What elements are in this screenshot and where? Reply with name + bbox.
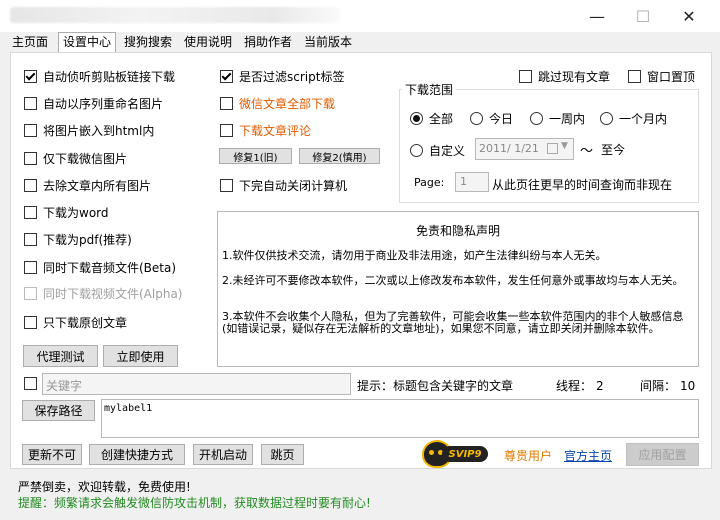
checkbox-box — [24, 152, 37, 165]
keyword-input[interactable]: 关键字 — [42, 373, 351, 395]
interval-readout: 间隔： 10 — [640, 379, 696, 393]
download-video-checkbox: 同时下载视频文件(Alpha) — [24, 285, 182, 302]
proxy-test-button[interactable]: 代理测试 — [23, 345, 98, 367]
checkbox-box — [519, 70, 532, 83]
remove-images-checkbox[interactable]: 去除文章内所有图片 — [24, 177, 151, 194]
keyword-hint: 提示：标题包含关键字的文章 — [357, 379, 514, 393]
radio-dot — [470, 112, 483, 125]
page-hint: 从此页往更早的时间查询而非现在 — [492, 178, 673, 192]
blurred-window-title — [10, 7, 340, 23]
auto-rename-checkbox[interactable]: 自动以序列重命名图片 — [24, 95, 163, 112]
maximize-button[interactable]: ☐ — [620, 0, 666, 32]
close-button[interactable]: ✕ — [666, 0, 712, 32]
auto-shutdown-checkbox[interactable]: 下完自动关闭计算机 — [220, 177, 347, 194]
checkbox-box — [24, 97, 37, 110]
radio-dot — [530, 112, 543, 125]
autostart-button[interactable]: 开机启动 — [193, 444, 253, 465]
range-to-now-label: 至今 — [601, 143, 626, 157]
jump-page-button[interactable]: 跳页 — [261, 444, 304, 465]
auto-clipboard-checkbox[interactable]: 自动侦听剪贴板链接下载 — [24, 68, 175, 85]
wechat-images-only-checkbox[interactable]: 仅下载微信图片 — [24, 150, 127, 167]
download-comments-checkbox[interactable]: 下载文章评论 — [220, 122, 311, 139]
range-all-radio[interactable]: 全部 — [410, 110, 453, 127]
tab-version[interactable]: 当前版本 — [300, 33, 356, 51]
checkbox-box — [220, 97, 233, 110]
tab-donate[interactable]: 捐助作者 — [240, 33, 296, 51]
homepage-link[interactable]: 官方主页 — [564, 447, 612, 464]
footer-reminder: 提醒：频繁请求会触发微信防攻击机制，获取数据过程时要有耐心! — [18, 496, 371, 510]
page-label: Page: — [414, 176, 445, 189]
page-input[interactable]: 1 — [455, 172, 489, 192]
maximize-icon: ☐ — [635, 6, 651, 26]
title-bar: — ☐ ✕ — [0, 0, 720, 32]
checkbox-box — [24, 124, 37, 137]
checkbox-box — [24, 233, 37, 246]
download-pdf-checkbox[interactable]: 下载为pdf(推荐) — [24, 231, 132, 248]
range-today-radio[interactable]: 今日 — [470, 110, 513, 127]
disclaimer-paragraph-1: 1.软件仅供技术交流，请勿用于商业及非法用途，如产生法律纠纷与本人无关。 — [222, 249, 607, 262]
range-separator: ～ — [580, 144, 594, 159]
checkbox-box — [628, 70, 641, 83]
save-path-field[interactable]: mylabel1 — [101, 399, 699, 438]
tab-settings[interactable]: 设置中心 — [58, 32, 117, 53]
download-all-checkbox[interactable]: 微信文章全部下载 — [220, 95, 335, 112]
svip-badge: SVIP9 — [420, 440, 488, 468]
disclaimer-box: 免责和隐私声明 1.软件仅供技术交流，请勿用于商业及非法用途，如产生法律纠纷与本… — [217, 211, 699, 367]
dropdown-arrow-icon: ▼ — [561, 141, 568, 151]
checkbox-box — [24, 316, 37, 329]
filter-script-checkbox[interactable]: 是否过滤script标签 — [220, 68, 344, 85]
tab-main[interactable]: 主页面 — [8, 33, 52, 51]
fix2-button[interactable]: 修复2(慎用) — [299, 148, 380, 164]
range-month-radio[interactable]: 一个月内 — [600, 110, 667, 127]
update-button[interactable]: 更新不可 — [22, 444, 82, 465]
radio-dot — [600, 112, 613, 125]
checkbox-box — [24, 206, 37, 219]
minimize-icon: — — [589, 6, 605, 26]
close-icon: ✕ — [682, 6, 696, 26]
range-week-radio[interactable]: 一周内 — [530, 110, 585, 127]
disclaimer-paragraph-3: 3.本软件不会收集个人隐私，但为了完善软件，可能会收集一些本软件范围内的非个人敏… — [222, 310, 684, 335]
tab-instructions[interactable]: 使用说明 — [180, 33, 236, 51]
skip-existing-checkbox[interactable]: 跳过现有文章 — [519, 68, 610, 85]
range-custom-radio[interactable]: 自定义 — [410, 142, 465, 159]
download-audio-checkbox[interactable]: 同时下载音频文件(Beta) — [24, 259, 176, 276]
calendar-icon — [547, 143, 558, 154]
checkbox-box — [24, 287, 37, 300]
use-now-button[interactable]: 立即使用 — [103, 345, 178, 367]
custom-date-picker[interactable]: 2011/ 1/21 ▼ — [475, 138, 574, 160]
keyword-checkbox[interactable] — [24, 377, 37, 390]
checkbox-box — [24, 179, 37, 192]
radio-dot — [410, 144, 423, 157]
download-word-checkbox[interactable]: 下载为word — [24, 204, 109, 221]
apply-config-button: 应用配置 — [626, 443, 699, 466]
create-shortcut-button[interactable]: 创建快捷方式 — [89, 444, 185, 465]
radio-dot — [410, 112, 423, 125]
disclaimer-paragraph-2: 2.未经许可不要修改本软件，二次或以上修改发布本软件，发生任何意外或事故均与本人… — [222, 274, 684, 287]
disclaimer-title: 免责和隐私声明 — [415, 224, 500, 238]
window-topmost-checkbox[interactable]: 窗口置顶 — [628, 68, 695, 85]
save-path-button[interactable]: 保存路径 — [22, 400, 95, 421]
threads-readout: 线程： 2 — [556, 379, 604, 393]
checkbox-box — [220, 70, 233, 83]
checkbox-box — [220, 124, 233, 137]
embed-html-checkbox[interactable]: 将图片嵌入到html内 — [24, 122, 154, 139]
tab-sogou-search[interactable]: 搜狗搜索 — [120, 33, 176, 51]
download-range-legend: 下载范围 — [402, 81, 457, 98]
vip-user-label: 尊贵用户 — [504, 449, 553, 463]
checkbox-box — [24, 70, 37, 83]
checkbox-box — [24, 261, 37, 274]
checkbox-box — [220, 179, 233, 192]
footer-notice: 严禁倒卖，欢迎转载，免费使用! — [18, 480, 191, 494]
minimize-button[interactable]: — — [574, 0, 620, 32]
fix1-button[interactable]: 修复1(旧) — [219, 148, 292, 164]
original-only-checkbox[interactable]: 只下载原创文章 — [24, 314, 127, 331]
